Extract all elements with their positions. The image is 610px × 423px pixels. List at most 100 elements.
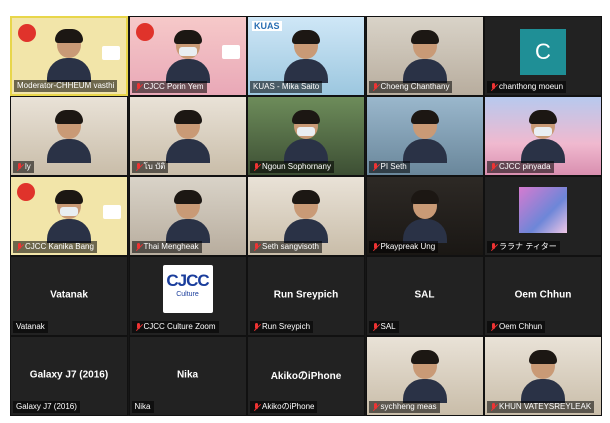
name-tag: AkikoのiPhone xyxy=(250,401,318,413)
face-mask xyxy=(60,207,78,216)
participant-tile[interactable]: ly xyxy=(10,96,128,176)
participant-name: CJCC pinyada xyxy=(499,162,551,171)
participant-tile[interactable]: Nika Nika xyxy=(128,336,247,416)
participant-video xyxy=(47,190,91,243)
muted-mic-icon xyxy=(16,162,23,172)
muted-mic-icon xyxy=(135,322,142,332)
participant-tile[interactable]: Pkaypreak Ung xyxy=(365,176,484,256)
face-mask xyxy=(297,127,315,136)
name-tag: Choeng Chanthany xyxy=(368,81,453,93)
participant-name: KUAS - Mika Saito xyxy=(253,82,320,91)
event-badge-icon xyxy=(135,23,154,41)
name-tag: โบ บัติ xyxy=(131,161,169,173)
participant-display-name: Galaxy J7 (2016) xyxy=(29,369,109,381)
name-tag: ララナ ティター xyxy=(487,241,560,253)
participant-name: Moderator-CHHEUM vasthi xyxy=(17,81,115,90)
participant-tile[interactable]: Thai Mengheak xyxy=(128,176,247,256)
participant-tile[interactable]: CJCC pinyada xyxy=(484,96,602,176)
participant-display-name: SAL xyxy=(414,289,435,301)
muted-mic-icon xyxy=(135,162,142,172)
participant-name: Galaxy J7 (2016) xyxy=(16,402,77,411)
participant-name: โบ บัติ xyxy=(143,162,166,171)
participant-video xyxy=(521,350,565,403)
name-tag: CJCC pinyada xyxy=(487,161,554,173)
participant-tile[interactable]: โบ บัติ xyxy=(128,96,247,176)
name-tag: ly xyxy=(13,161,34,173)
participant-display-name: Run Sreypich xyxy=(273,289,339,301)
participant-name: PI Seth xyxy=(380,162,407,171)
name-tag: Moderator-CHHEUM vasthi xyxy=(14,80,118,92)
cjcc-tag-icon xyxy=(221,45,240,59)
participant-name: CJCC Culture Zoom xyxy=(143,322,216,331)
participant-tile[interactable]: Run Sreypich Run Sreypich xyxy=(247,256,365,336)
participant-tile[interactable]: KUAS KUAS - Mika Saito xyxy=(247,16,365,96)
muted-mic-icon xyxy=(372,242,379,252)
participant-name: Oem Chhun xyxy=(499,322,543,331)
participant-tile[interactable]: Seth sangvisoth xyxy=(247,176,365,256)
participant-name: AkikoのiPhone xyxy=(262,402,315,411)
name-tag: Nika xyxy=(131,401,154,413)
participant-tile[interactable]: SAL SAL xyxy=(365,256,484,336)
kuas-logo: KUAS xyxy=(252,21,282,31)
cjcc-tag-icon xyxy=(102,46,120,60)
participant-name: sychheng meas xyxy=(380,402,437,411)
name-tag: CJCC Kanika Bang xyxy=(13,241,97,253)
participant-video xyxy=(165,190,210,243)
name-tag: Oem Chhun xyxy=(487,321,546,333)
name-tag: CJCC Culture Zoom xyxy=(131,321,219,333)
participant-tile[interactable]: PI Seth xyxy=(365,96,484,176)
avatar: C xyxy=(520,29,566,75)
participant-tile[interactable]: Ngoun Sophornany xyxy=(247,96,365,176)
muted-mic-icon xyxy=(135,242,142,252)
name-tag: PI Seth xyxy=(368,161,410,173)
event-badge-icon xyxy=(17,183,35,201)
participant-name: Choeng Chanthany xyxy=(380,82,450,91)
participant-tile[interactable]: Oem Chhun Oem Chhun xyxy=(484,256,602,336)
anime-avatar-image xyxy=(519,187,567,233)
muted-mic-icon xyxy=(372,402,379,412)
participant-tile[interactable]: AkikoのiPhone AkikoのiPhone xyxy=(247,336,365,416)
participant-name: KHUN VATEYSREYLEAK xyxy=(499,402,592,411)
muted-mic-icon xyxy=(253,162,260,172)
participant-name: CJCC Kanika Bang xyxy=(25,242,94,251)
participant-video xyxy=(47,29,91,82)
name-tag: Vatanak xyxy=(13,321,48,333)
participant-tile[interactable]: ララナ ティター xyxy=(484,176,602,256)
name-tag: Run Sreypich xyxy=(250,321,314,333)
participant-tile[interactable]: Moderator-CHHEUM vasthi xyxy=(10,16,128,96)
muted-mic-icon xyxy=(372,82,379,92)
event-badge-icon xyxy=(18,24,36,42)
video-gallery: Moderator-CHHEUM vasthi CJCC Porin Yem KUA… xyxy=(10,16,602,416)
participant-video xyxy=(521,110,565,163)
participant-tile[interactable]: Choeng Chanthany xyxy=(365,16,484,96)
muted-mic-icon xyxy=(253,402,260,412)
participant-name: Pkaypreak Ung xyxy=(380,242,436,251)
participant-name: Nika xyxy=(134,402,151,411)
cjcc-logo: CJCC Culture xyxy=(162,265,213,313)
participant-display-name: Vatanak xyxy=(50,289,88,301)
participant-tile[interactable]: CJCC Culture CJCC Culture Zoom xyxy=(128,256,247,336)
participant-tile[interactable]: sychheng meas xyxy=(365,336,484,416)
muted-mic-icon xyxy=(490,322,497,332)
cjcc-tag-icon xyxy=(103,205,121,219)
cjcc-logo-text: CJCC xyxy=(166,271,209,290)
muted-mic-icon xyxy=(253,242,260,252)
participant-tile[interactable]: Vatanak Vatanak xyxy=(10,256,128,336)
participant-tile[interactable]: CJCC Kanika Bang xyxy=(10,176,128,256)
participant-tile[interactable]: Galaxy J7 (2016) Galaxy J7 (2016) xyxy=(10,336,128,416)
participant-name: Vatanak xyxy=(16,322,45,331)
name-tag: KUAS - Mika Saito xyxy=(250,81,323,93)
name-tag: Ngoun Sophornany xyxy=(250,161,334,173)
participant-video xyxy=(402,350,447,403)
participant-tile[interactable]: Cchanthong moeun xyxy=(484,16,602,96)
name-tag: SAL xyxy=(368,321,399,333)
muted-mic-icon xyxy=(135,82,142,92)
participant-video xyxy=(402,110,447,163)
name-tag: KHUN VATEYSREYLEAK xyxy=(487,401,595,413)
participant-video xyxy=(284,110,328,163)
participant-video xyxy=(402,190,447,243)
participant-tile[interactable]: CJCC Porin Yem xyxy=(128,16,247,96)
participant-video xyxy=(284,30,328,83)
participant-tile[interactable]: KHUN VATEYSREYLEAK xyxy=(484,336,602,416)
muted-mic-icon xyxy=(372,162,379,172)
